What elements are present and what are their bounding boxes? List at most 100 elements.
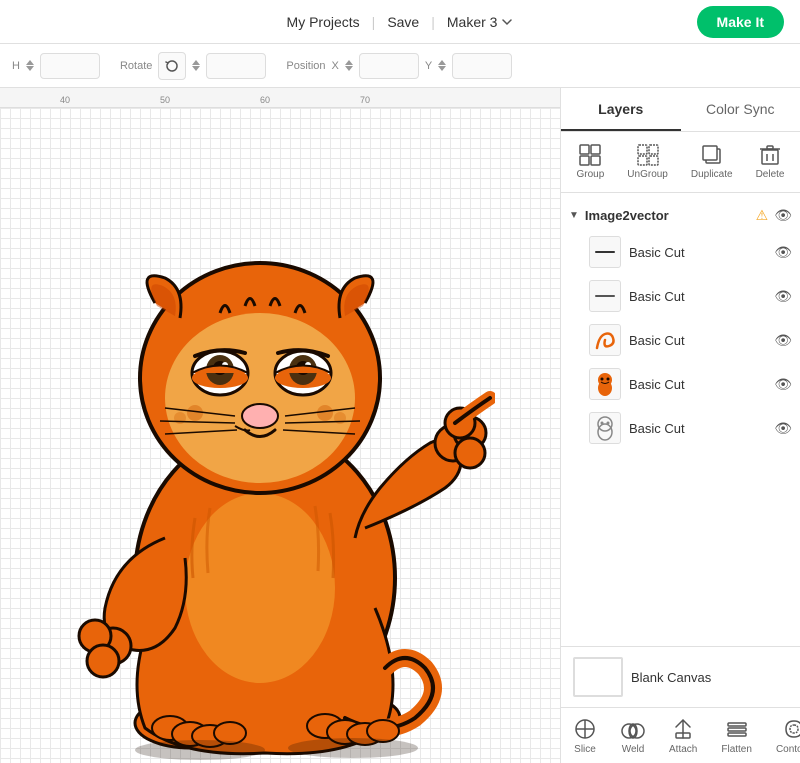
bottom-toolbar: Slice Weld — [561, 707, 800, 763]
layer-name: Basic Cut — [629, 289, 766, 304]
layer-visibility-icon[interactable]: 👁 — [774, 288, 792, 305]
duplicate-icon — [701, 144, 723, 166]
y-label: Y — [425, 60, 432, 72]
toolbar-group-size: H — [12, 53, 100, 79]
ruler-mark-70: 70 — [360, 88, 370, 107]
garfield-outline-thumb-icon — [591, 414, 619, 442]
layer-name: Basic Cut — [629, 333, 766, 348]
weld-button[interactable]: Weld — [609, 713, 657, 759]
x-stepper[interactable] — [345, 60, 353, 71]
delete-icon — [759, 144, 781, 166]
flatten-button[interactable]: Flatten — [709, 713, 764, 759]
arrow-up-icon[interactable] — [345, 60, 353, 65]
toolbar-group-rotate: Rotate — [120, 52, 266, 80]
group-header[interactable]: ▼ Image2vector ⚠ 👁 — [561, 201, 800, 230]
layer-thumbnail — [589, 368, 621, 400]
panel-tabs: Layers Color Sync — [561, 88, 800, 132]
h-label: H — [12, 60, 20, 72]
h-stepper[interactable] — [26, 60, 34, 71]
my-projects-link[interactable]: My Projects — [287, 14, 360, 30]
contour-label: Contour — [776, 744, 800, 755]
ungroup-button[interactable]: UnGroup — [619, 140, 676, 184]
group-chevron-icon: ▼ — [569, 210, 579, 221]
rotate-icon-btn[interactable] — [158, 52, 186, 80]
line-thumb — [595, 295, 615, 297]
rotate-stepper[interactable] — [192, 60, 200, 71]
layer-item[interactable]: Basic Cut 👁 — [561, 274, 800, 318]
garfield-illustration — [35, 158, 495, 763]
ruler-mark-60: 60 — [260, 88, 270, 107]
duplicate-label: Duplicate — [691, 169, 733, 180]
layer-visibility-icon[interactable]: 👁 — [774, 332, 792, 349]
group-icon — [579, 144, 601, 166]
layer-thumbnail — [589, 236, 621, 268]
duplicate-button[interactable]: Duplicate — [683, 140, 741, 184]
layer-visibility-icon[interactable]: 👁 — [774, 376, 792, 393]
h-input[interactable] — [40, 53, 100, 79]
canvas-grid[interactable] — [0, 108, 560, 763]
rotate-icon — [165, 59, 179, 73]
topbar-center: My Projects | Save | Maker 3 — [287, 14, 514, 30]
slice-label: Slice — [574, 744, 596, 755]
y-input[interactable] — [452, 53, 512, 79]
contour-button[interactable]: Contour — [764, 713, 800, 759]
attach-icon — [671, 717, 695, 741]
machine-label: Maker 3 — [447, 14, 498, 30]
ruler-content: 40 50 60 70 — [0, 88, 560, 107]
chevron-down-icon — [501, 16, 513, 28]
main-content: 40 50 60 70 — [0, 88, 800, 763]
weld-icon — [621, 717, 645, 741]
layer-thumbnail — [589, 324, 621, 356]
slice-button[interactable]: Slice — [561, 713, 609, 759]
group-visibility-icon[interactable]: 👁 — [774, 207, 792, 224]
weld-label: Weld — [622, 744, 645, 755]
tab-layers[interactable]: Layers — [561, 88, 681, 131]
arrow-down-icon[interactable] — [438, 66, 446, 71]
arrow-down-icon[interactable] — [345, 66, 353, 71]
group-label: Group — [577, 169, 605, 180]
arrow-down-icon[interactable] — [26, 66, 34, 71]
layer-name: Basic Cut — [629, 377, 766, 392]
flatten-icon — [725, 717, 749, 741]
flatten-label: Flatten — [721, 744, 752, 755]
attach-button[interactable]: Attach — [657, 713, 709, 759]
tab-color-sync[interactable]: Color Sync — [681, 88, 800, 131]
y-stepper[interactable] — [438, 60, 446, 71]
arrow-up-icon[interactable] — [192, 60, 200, 65]
blank-canvas-section: Blank Canvas — [561, 646, 800, 707]
blank-canvas-label: Blank Canvas — [631, 670, 711, 685]
group-name: Image2vector — [585, 208, 750, 223]
layer-visibility-icon[interactable]: 👁 — [774, 420, 792, 437]
delete-label: Delete — [756, 169, 785, 180]
warning-icon: ⚠ — [756, 207, 769, 224]
layer-item[interactable]: Basic Cut 👁 — [561, 406, 800, 450]
arrow-up-icon[interactable] — [438, 60, 446, 65]
rotate-label: Rotate — [120, 60, 152, 72]
rotate-input[interactable] — [206, 53, 266, 79]
delete-button[interactable]: Delete — [748, 140, 793, 184]
layer-item[interactable]: Basic Cut 👁 — [561, 318, 800, 362]
make-it-button[interactable]: Make It — [697, 6, 784, 38]
topbar-divider2: | — [431, 14, 435, 30]
arrow-up-icon[interactable] — [26, 60, 34, 65]
arrow-down-icon[interactable] — [192, 66, 200, 71]
ungroup-label: UnGroup — [627, 169, 668, 180]
group-button[interactable]: Group — [569, 140, 613, 184]
slice-icon — [573, 717, 597, 741]
machine-selector[interactable]: Maker 3 — [447, 14, 514, 30]
canvas-area[interactable]: 40 50 60 70 — [0, 88, 560, 763]
ruler-mark-50: 50 — [160, 88, 170, 107]
topbar: My Projects | Save | Maker 3 Make It — [0, 0, 800, 44]
layer-item[interactable]: Basic Cut 👁 — [561, 230, 800, 274]
position-label: Position — [286, 60, 325, 72]
panel-toolbar: Group UnGroup — [561, 132, 800, 193]
right-panel: Layers Color Sync Group — [560, 88, 800, 763]
layer-thumbnail — [589, 280, 621, 312]
x-input[interactable] — [359, 53, 419, 79]
layer-name: Basic Cut — [629, 421, 766, 436]
save-link[interactable]: Save — [387, 14, 419, 30]
layer-visibility-icon[interactable]: 👁 — [774, 244, 792, 261]
layer-item[interactable]: Basic Cut 👁 — [561, 362, 800, 406]
line-thumb — [595, 251, 615, 253]
garfield-small-thumb-icon — [591, 370, 619, 398]
